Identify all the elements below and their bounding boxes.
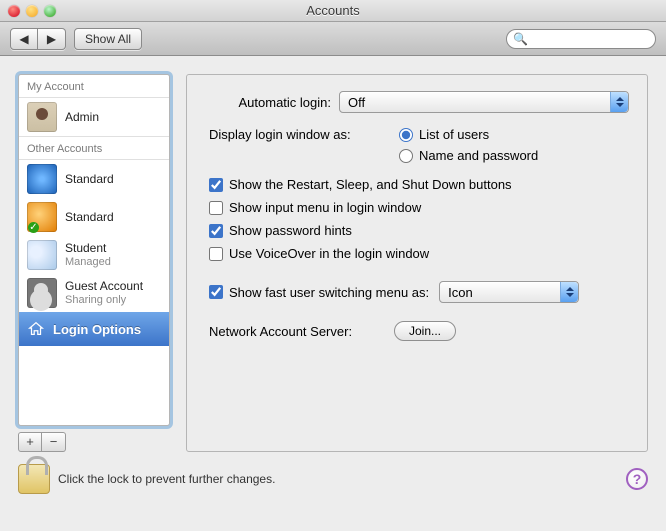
display-login-label: Display login window as: <box>209 127 399 142</box>
checkbox-label: Show input menu in login window <box>229 200 421 215</box>
checkbox-label: Show password hints <box>229 223 352 238</box>
checkbox-label: Use VoiceOver in the login window <box>229 246 429 261</box>
checkbox-restart-sleep[interactable]: Show the Restart, Sleep, and Shut Down b… <box>209 177 629 192</box>
forward-button[interactable]: ▶ <box>38 28 66 50</box>
lock-text: Click the lock to prevent further change… <box>58 472 275 486</box>
checkbox-password-hints[interactable]: Show password hints <box>209 223 629 238</box>
accounts-list: My Account Admin Other Accounts Standard… <box>18 74 170 426</box>
avatar <box>27 202 57 232</box>
my-account-header: My Account <box>19 75 169 98</box>
other-accounts-header: Other Accounts <box>19 136 169 160</box>
fast-user-select[interactable]: Icon <box>439 281 579 303</box>
toolbar: ◀ ▶ Show All 🔍 <box>0 22 666 56</box>
checkbox-fast-user-switching[interactable]: Show fast user switching menu as: <box>209 285 429 300</box>
radio-name-password[interactable]: Name and password <box>399 148 538 163</box>
house-icon <box>27 320 45 338</box>
account-name: Admin <box>65 110 99 124</box>
search-icon: 🔍 <box>513 32 528 46</box>
avatar <box>27 164 57 194</box>
account-guest[interactable]: Guest Account Sharing only <box>19 274 169 312</box>
radio-list-of-users[interactable]: List of users <box>399 127 538 142</box>
checkbox-label: Show the Restart, Sleep, and Shut Down b… <box>229 177 512 192</box>
chevron-updown-icon <box>610 92 628 112</box>
account-sub: Sharing only <box>65 294 143 307</box>
account-standard-1[interactable]: Standard <box>19 160 169 198</box>
network-account-label: Network Account Server: <box>209 324 394 339</box>
avatar <box>27 102 57 132</box>
auto-login-select[interactable]: Off <box>339 91 629 113</box>
search-field[interactable]: 🔍 <box>506 29 656 49</box>
account-standard-2[interactable]: Standard <box>19 198 169 236</box>
avatar <box>27 240 57 270</box>
content: My Account Admin Other Accounts Standard… <box>0 56 666 458</box>
checkbox-label: Show fast user switching menu as: <box>229 285 429 300</box>
avatar <box>27 278 57 308</box>
show-all-button[interactable]: Show All <box>74 28 142 50</box>
checkbox-input[interactable] <box>209 201 223 215</box>
join-button[interactable]: Join... <box>394 321 456 341</box>
checkbox-voiceover[interactable]: Use VoiceOver in the login window <box>209 246 629 261</box>
checkbox-input[interactable] <box>209 224 223 238</box>
account-name: Guest Account <box>65 279 143 293</box>
help-button[interactable]: ? <box>626 468 648 490</box>
radio-input[interactable] <box>399 149 413 163</box>
fast-user-value: Icon <box>440 285 495 300</box>
window-title: Accounts <box>0 3 666 18</box>
checkbox-input[interactable] <box>209 247 223 261</box>
sidebar: My Account Admin Other Accounts Standard… <box>18 74 170 452</box>
back-button[interactable]: ◀ <box>10 28 38 50</box>
footer: Click the lock to prevent further change… <box>0 458 666 504</box>
radio-label: Name and password <box>419 148 538 163</box>
checkbox-input[interactable] <box>209 285 223 299</box>
auto-login-value: Off <box>340 95 387 110</box>
lock-icon[interactable] <box>18 464 50 494</box>
login-options-item[interactable]: Login Options <box>19 312 169 346</box>
checkbox-input[interactable] <box>209 178 223 192</box>
account-name: Standard <box>65 210 114 224</box>
nav-segment: ◀ ▶ <box>10 28 66 50</box>
add-account-button[interactable]: + <box>18 432 42 452</box>
add-remove-controls: + − <box>18 432 170 452</box>
search-input[interactable] <box>530 32 649 46</box>
radio-label: List of users <box>419 127 489 142</box>
remove-account-button[interactable]: − <box>42 432 66 452</box>
checkbox-input-menu[interactable]: Show input menu in login window <box>209 200 629 215</box>
settings-panel: Automatic login: Off Display login windo… <box>186 74 648 452</box>
account-admin[interactable]: Admin <box>19 98 169 136</box>
login-options-label: Login Options <box>53 322 141 337</box>
account-student[interactable]: Student Managed <box>19 236 169 274</box>
account-sub: Managed <box>65 256 111 269</box>
chevron-updown-icon <box>560 282 578 302</box>
auto-login-label: Automatic login: <box>209 95 339 110</box>
account-name: Student <box>65 241 111 255</box>
radio-input[interactable] <box>399 128 413 142</box>
titlebar: Accounts <box>0 0 666 22</box>
account-name: Standard <box>65 172 114 186</box>
